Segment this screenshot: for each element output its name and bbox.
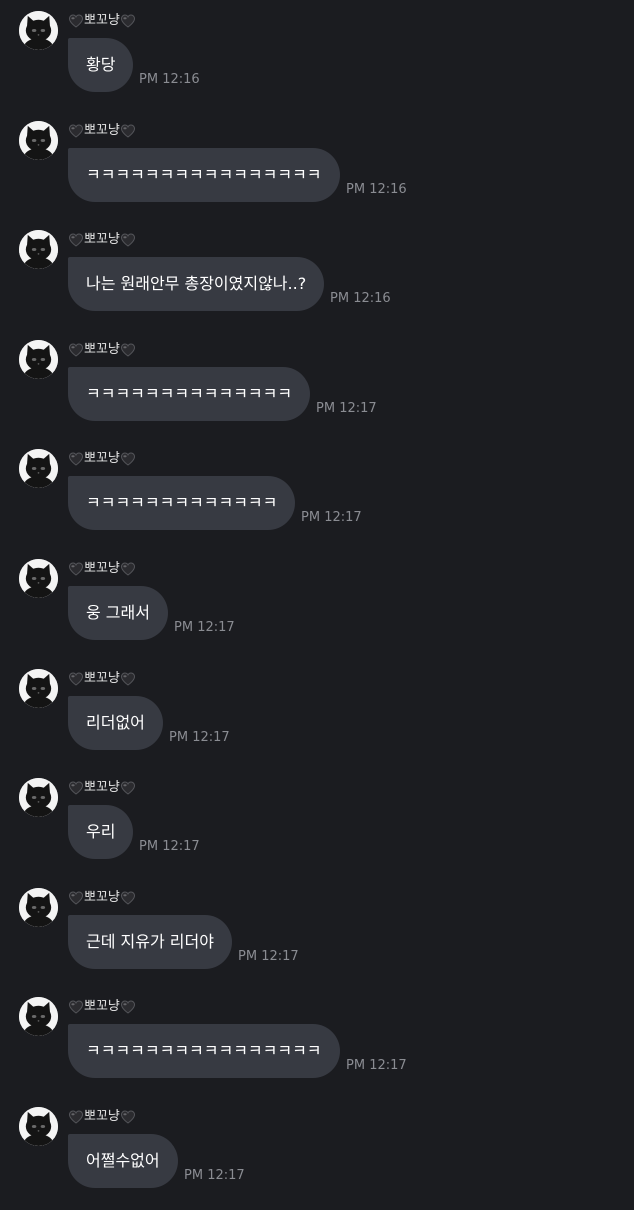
black-heart-icon <box>68 1000 84 1014</box>
sender-name-text: 뽀꼬냥 <box>84 780 120 795</box>
message-bubble[interactable]: 웅 그래서 <box>68 586 168 640</box>
black-cat-icon <box>19 997 58 1036</box>
sender-name-text: 뽀꼬냥 <box>84 1109 120 1124</box>
black-heart-icon <box>120 1110 136 1124</box>
sender-name-text: 뽀꼬냥 <box>84 342 120 357</box>
black-cat-icon <box>19 449 58 488</box>
message-timestamp: PM 12:17 <box>174 620 235 635</box>
black-heart-icon <box>68 1110 84 1124</box>
black-heart-icon <box>68 781 84 795</box>
message-row: 뽀꼬냥 ㅋㅋㅋㅋㅋㅋㅋㅋㅋㅋㅋㅋㅋㅋㅋㅋ PM 12:16 <box>0 114 634 224</box>
black-cat-icon <box>19 1107 58 1146</box>
sender-name-text: 뽀꼬냥 <box>84 561 120 576</box>
message-timestamp: PM 12:17 <box>169 730 230 745</box>
avatar[interactable] <box>19 778 58 817</box>
black-heart-icon <box>68 891 84 905</box>
black-heart-icon <box>68 672 84 686</box>
chat-message-list[interactable]: 뽀꼬냥 황당 PM 12:16 뽀꼬냥 ㅋㅋㅋㅋㅋㅋㅋㅋㅋㅋㅋㅋㅋㅋㅋㅋ PM 12:16… <box>0 0 634 1200</box>
black-cat-icon <box>19 888 58 927</box>
black-heart-icon <box>68 343 84 357</box>
message-bubble[interactable]: 우리 <box>68 805 134 859</box>
black-heart-icon <box>120 1000 136 1014</box>
message-bubble[interactable]: 나는 원래안무 총장이였지않나..? <box>68 257 325 311</box>
sender-name-text: 뽀꼬냥 <box>84 13 120 28</box>
message-bubble[interactable]: ㅋㅋㅋㅋㅋㅋㅋㅋㅋㅋㅋㅋㅋㅋㅋㅋ <box>68 148 340 202</box>
black-heart-icon <box>68 562 84 576</box>
avatar[interactable] <box>19 1107 58 1146</box>
message-bubble[interactable]: ㅋㅋㅋㅋㅋㅋㅋㅋㅋㅋㅋㅋㅋㅋㅋㅋ <box>68 1024 340 1078</box>
black-heart-icon <box>120 781 136 795</box>
message-bubble[interactable]: 황당 <box>68 38 134 92</box>
message-timestamp: PM 12:17 <box>139 839 200 854</box>
avatar[interactable] <box>19 669 58 708</box>
sender-name-text: 뽀꼬냥 <box>84 999 120 1014</box>
message-timestamp: PM 12:17 <box>238 949 299 964</box>
message-row: 뽀꼬냥 ㅋㅋㅋㅋㅋㅋㅋㅋㅋㅋㅋㅋㅋ PM 12:17 <box>0 442 634 552</box>
black-cat-icon <box>19 11 58 50</box>
avatar[interactable] <box>19 230 58 269</box>
black-heart-icon <box>68 124 84 138</box>
avatar[interactable] <box>19 559 58 598</box>
black-heart-icon <box>68 233 84 247</box>
black-heart-icon <box>120 233 136 247</box>
message-timestamp: PM 12:17 <box>184 1168 245 1183</box>
message-timestamp: PM 12:16 <box>139 72 200 87</box>
black-heart-icon <box>120 891 136 905</box>
black-cat-icon <box>19 778 58 817</box>
sender-name-text: 뽀꼬냥 <box>84 671 120 686</box>
black-heart-icon <box>120 562 136 576</box>
avatar[interactable] <box>19 340 58 379</box>
message-row: 뽀꼬냥황당 PM 12:16 <box>0 4 634 114</box>
message-timestamp: PM 12:17 <box>301 510 362 525</box>
message-bubble[interactable]: 리더없어 <box>68 696 163 750</box>
message-timestamp: PM 12:17 <box>346 1058 407 1073</box>
black-heart-icon <box>120 124 136 138</box>
avatar[interactable] <box>19 121 58 160</box>
message-row: 뽀꼬냥우리 PM 12:17 <box>0 771 634 881</box>
black-cat-icon <box>19 559 58 598</box>
message-timestamp: PM 12:16 <box>346 182 407 197</box>
message-bubble[interactable]: ㅋㅋㅋㅋㅋㅋㅋㅋㅋㅋㅋㅋㅋㅋ <box>68 367 311 421</box>
black-cat-icon <box>19 669 58 708</box>
message-row: 뽀꼬냥나는 원래안무 총장이였지않나..? PM 12:16 <box>0 223 634 333</box>
avatar[interactable] <box>19 888 58 927</box>
avatar[interactable] <box>19 11 58 50</box>
sender-name-text: 뽀꼬냥 <box>84 451 120 466</box>
message-row: 뽀꼬냥리더없어 PM 12:17 <box>0 662 634 772</box>
sender-name-text: 뽀꼬냥 <box>84 890 120 905</box>
black-heart-icon <box>120 14 136 28</box>
black-heart-icon <box>68 14 84 28</box>
black-heart-icon <box>120 452 136 466</box>
avatar[interactable] <box>19 997 58 1036</box>
black-heart-icon <box>120 672 136 686</box>
sender-name-text: 뽀꼬냥 <box>84 232 120 247</box>
message-bubble[interactable]: 어쩔수없어 <box>68 1134 178 1188</box>
message-row: 뽀꼬냥웅 그래서 PM 12:17 <box>0 552 634 662</box>
black-heart-icon <box>120 343 136 357</box>
message-row: 뽀꼬냥 ㅋㅋㅋㅋㅋㅋㅋㅋㅋㅋㅋㅋㅋㅋ PM 12:17 <box>0 333 634 443</box>
black-cat-icon <box>19 340 58 379</box>
message-row: 뽀꼬냥 ㅋㅋㅋㅋㅋㅋㅋㅋㅋㅋㅋㅋㅋㅋㅋㅋ PM 12:17 <box>0 990 634 1100</box>
message-timestamp: PM 12:16 <box>330 291 391 306</box>
avatar[interactable] <box>19 449 58 488</box>
message-row: 뽀꼬냥근데 지유가 리더야 PM 12:17 <box>0 881 634 991</box>
message-row: 뽀꼬냥어쩔수없어 PM 12:17 <box>0 1100 634 1210</box>
black-cat-icon <box>19 121 58 160</box>
message-timestamp: PM 12:17 <box>316 401 377 416</box>
black-heart-icon <box>68 452 84 466</box>
black-cat-icon <box>19 230 58 269</box>
sender-name-text: 뽀꼬냥 <box>84 123 120 138</box>
message-bubble[interactable]: ㅋㅋㅋㅋㅋㅋㅋㅋㅋㅋㅋㅋㅋ <box>68 476 296 530</box>
message-bubble[interactable]: 근데 지유가 리더야 <box>68 915 232 969</box>
